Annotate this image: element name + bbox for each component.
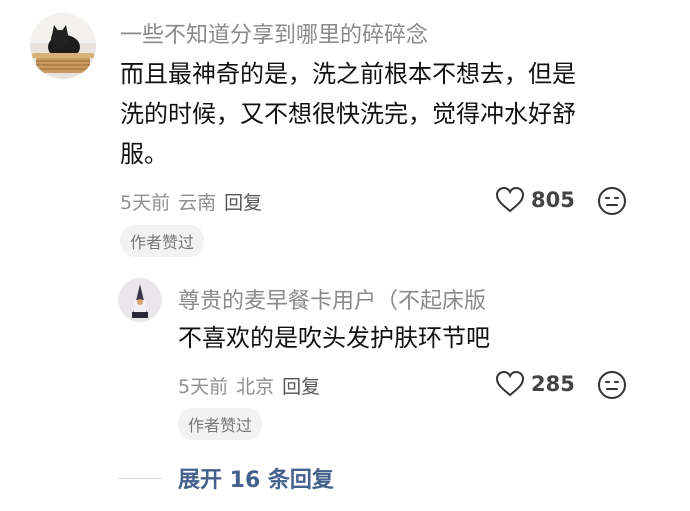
reply-location: 北京 [236, 376, 275, 398]
reaction-button[interactable] [597, 370, 627, 404]
heart-icon [495, 370, 525, 397]
cat-avatar-image [30, 13, 96, 79]
reply-button[interactable]: 回复 [282, 376, 320, 398]
avatar[interactable] [118, 278, 162, 322]
like-count: 285 [531, 372, 575, 396]
comment-text-line: 洗的时候，又不想很快洗完，觉得冲水好舒 [120, 100, 576, 128]
figure-avatar-image [118, 278, 162, 322]
meh-face-icon [598, 187, 626, 215]
author-liked-badge: 作者赞过 [178, 408, 263, 440]
expand-replies-link[interactable]: 展开 16 条回复 [178, 462, 334, 494]
like-button[interactable]: 805 [495, 186, 575, 214]
avatar[interactable] [30, 13, 96, 79]
reaction-button[interactable] [597, 186, 627, 220]
reply-username[interactable]: 尊贵的麦早餐卡用户（不起床版 [178, 283, 486, 315]
heart-icon [495, 186, 525, 213]
divider [118, 478, 162, 479]
reply-button[interactable]: 回复 [224, 192, 262, 214]
meh-face-icon [598, 371, 626, 399]
comment-username[interactable]: 一些不知道分享到哪里的碎碎念 [120, 17, 428, 49]
comment-text-line: 服。 [120, 140, 168, 168]
reply-time: 5天前 [178, 376, 229, 398]
reply-meta: 5天前 北京 回复 [178, 372, 320, 399]
comment-location: 云南 [178, 192, 217, 214]
reply-text: 不喜欢的是吹头发护肤环节吧 [178, 324, 490, 352]
comment-time: 5天前 [120, 192, 171, 214]
comment-meta: 5天前 云南 回复 [120, 188, 262, 215]
comment-text-line: 而且最神奇的是，洗之前根本不想去，但是 [120, 60, 576, 88]
like-button[interactable]: 285 [495, 370, 575, 398]
like-count: 805 [531, 188, 575, 212]
author-liked-badge: 作者赞过 [120, 225, 205, 257]
comment-text: 而且最神奇的是，洗之前根本不想去，但是 洗的时候，又不想很快洗完，觉得冲水好舒 … [120, 54, 576, 174]
